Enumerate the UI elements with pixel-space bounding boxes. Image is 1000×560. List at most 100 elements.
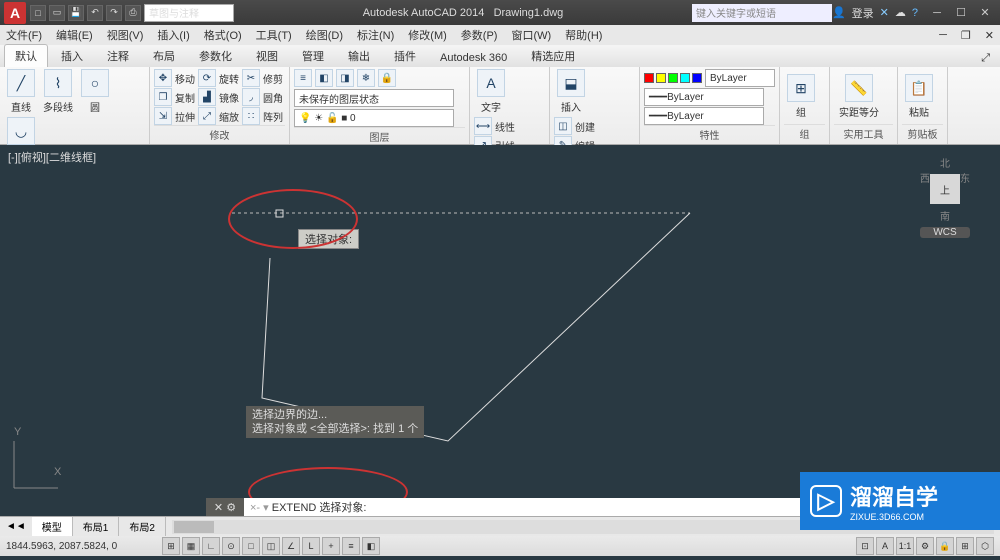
model-toggle[interactable]: ⊡ [856,537,874,555]
tpy-toggle[interactable]: ◧ [362,537,380,555]
menu-tool[interactable]: 工具(T) [256,27,292,43]
cloud-icon[interactable]: ☁ [895,6,906,19]
menu-param[interactable]: 参数(P) [461,27,498,43]
stretch-icon[interactable]: ⇲ [154,107,172,125]
drawing-viewport[interactable]: [-][俯视][二维线框] 选择对象: 北 西上东 南 WCS Y X 选择边界… [0,145,1000,500]
help-icon[interactable]: ? [912,7,918,19]
tab-plugin[interactable]: 插件 [383,44,427,67]
menu-help[interactable]: 帮助(H) [565,27,602,43]
layerlock-icon[interactable]: 🔒 [378,69,396,87]
menu-modify[interactable]: 修改(M) [408,27,447,43]
tab-view[interactable]: 视图 [245,44,289,67]
menu-dim[interactable]: 标注(N) [357,27,394,43]
lock-toggle[interactable]: 🔒 [936,537,954,555]
maximize-button[interactable]: ☐ [950,4,972,22]
lwt-toggle[interactable]: ≡ [342,537,360,555]
redo-icon[interactable]: ↷ [106,5,122,21]
menu-view[interactable]: 视图(V) [107,27,144,43]
menu-format[interactable]: 格式(O) [204,27,242,43]
trim-icon[interactable]: ✂ [242,69,260,87]
lineweight-selector[interactable]: ━━━ ByLayer [644,107,764,125]
layeroff-icon[interactable]: ◨ [336,69,354,87]
workspace-selector[interactable]: 草图与注释 [144,4,234,22]
layerfrz-icon[interactable]: ❄ [357,69,375,87]
ducs-toggle[interactable]: L [302,537,320,555]
menu-draw[interactable]: 绘图(D) [306,27,343,43]
tab-layout2[interactable]: 布局2 [119,517,166,536]
undo-icon[interactable]: ↶ [87,5,103,21]
line-button[interactable]: ╱直线 [4,69,38,114]
snap-toggle[interactable]: ⊞ [162,537,180,555]
ribbon-expand-icon[interactable]: ⤢ [975,50,996,67]
close-button[interactable]: ✕ [974,4,996,22]
color-selector[interactable]: ByLayer [705,69,775,87]
insert-button[interactable]: ⬓插入 [554,69,588,114]
grid-toggle[interactable]: ▦ [182,537,200,555]
polar-toggle[interactable]: ⊙ [222,537,240,555]
linear-dim-icon[interactable]: ⟷ [474,117,492,135]
doc-restore-button[interactable]: ❐ [961,29,971,42]
app-logo[interactable]: A [4,2,26,24]
osnap-toggle[interactable]: □ [242,537,260,555]
doc-minimize-button[interactable]: ─ [939,29,947,41]
tab-annotate[interactable]: 注释 [96,44,140,67]
measure-button[interactable]: 📏实距等分 [834,74,884,119]
dyn-toggle[interactable]: + [322,537,340,555]
otrack-toggle[interactable]: ∠ [282,537,300,555]
tab-featured[interactable]: 精选应用 [520,44,586,67]
scale-toggle[interactable]: 1:1 [896,537,914,555]
tab-a360[interactable]: Autodesk 360 [429,48,518,67]
tab-param[interactable]: 参数化 [188,44,243,67]
circle-button[interactable]: ○圆 [78,69,112,114]
menu-edit[interactable]: 编辑(E) [56,27,93,43]
open-icon[interactable]: ▭ [49,5,65,21]
login-button[interactable]: 登录 [852,5,874,21]
tab-manage[interactable]: 管理 [291,44,335,67]
print-icon[interactable]: ⎙ [125,5,141,21]
tab-output[interactable]: 输出 [337,44,381,67]
tab-insert[interactable]: 插入 [50,44,94,67]
text-button[interactable]: A文字 [474,69,508,114]
user-icon[interactable]: 👤 [832,6,846,19]
anno-toggle[interactable]: A [876,537,894,555]
mirror-icon[interactable]: ▟ [198,88,216,106]
save-icon[interactable]: 💾 [68,5,84,21]
rotate-icon[interactable]: ⟳ [198,69,216,87]
viewcube-top[interactable]: 上 [930,174,960,204]
move-icon[interactable]: ✥ [154,69,172,87]
menu-insert[interactable]: 插入(I) [157,27,189,43]
layer-state-selector[interactable]: 未保存的图层状态 [294,89,454,107]
iso-toggle[interactable]: ⬡ [976,537,994,555]
menu-window[interactable]: 窗口(W) [511,27,551,43]
menu-file[interactable]: 文件(F) [6,27,42,43]
copy-icon[interactable]: ❐ [154,88,172,106]
layerprop-icon[interactable]: ≡ [294,69,312,87]
array-icon[interactable]: ∷ [242,107,260,125]
tab-layout1[interactable]: 布局1 [73,517,120,536]
linetype-selector[interactable]: ━━━ ByLayer [644,88,764,106]
hw-toggle[interactable]: ⊞ [956,537,974,555]
viewcube[interactable]: 北 西上东 南 WCS [920,155,970,225]
help-search-input[interactable]: 键入关键字或短语 [692,4,832,22]
ws-toggle[interactable]: ⚙ [916,537,934,555]
polyline-button[interactable]: ⌇多段线 [41,69,75,114]
scale-icon[interactable]: ⤢ [198,107,216,125]
create-block-icon[interactable]: ◫ [554,117,572,135]
minimize-button[interactable]: ─ [926,4,948,22]
tab-arrows[interactable]: ◄◄ [0,521,32,532]
new-icon[interactable]: □ [30,5,46,21]
fillet-icon[interactable]: ◞ [242,88,260,106]
group-button[interactable]: ⊞组 [784,74,818,119]
cmdline-handle[interactable]: ✕ ⚙ [206,498,244,516]
wcs-label[interactable]: WCS [920,227,970,238]
tab-model[interactable]: 模型 [32,517,73,536]
tab-default[interactable]: 默认 [4,44,48,67]
3dosnap-toggle[interactable]: ◫ [262,537,280,555]
layer-icon[interactable]: ◧ [315,69,333,87]
exchange-icon[interactable]: ✕ [880,6,889,19]
doc-close-button[interactable]: ✕ [985,29,994,42]
paste-button[interactable]: 📋粘贴 [902,74,936,119]
layer-selector[interactable]: 💡 ☀ 🔓 ■ 0 [294,109,454,127]
ortho-toggle[interactable]: ∟ [202,537,220,555]
tab-layout[interactable]: 布局 [142,44,186,67]
